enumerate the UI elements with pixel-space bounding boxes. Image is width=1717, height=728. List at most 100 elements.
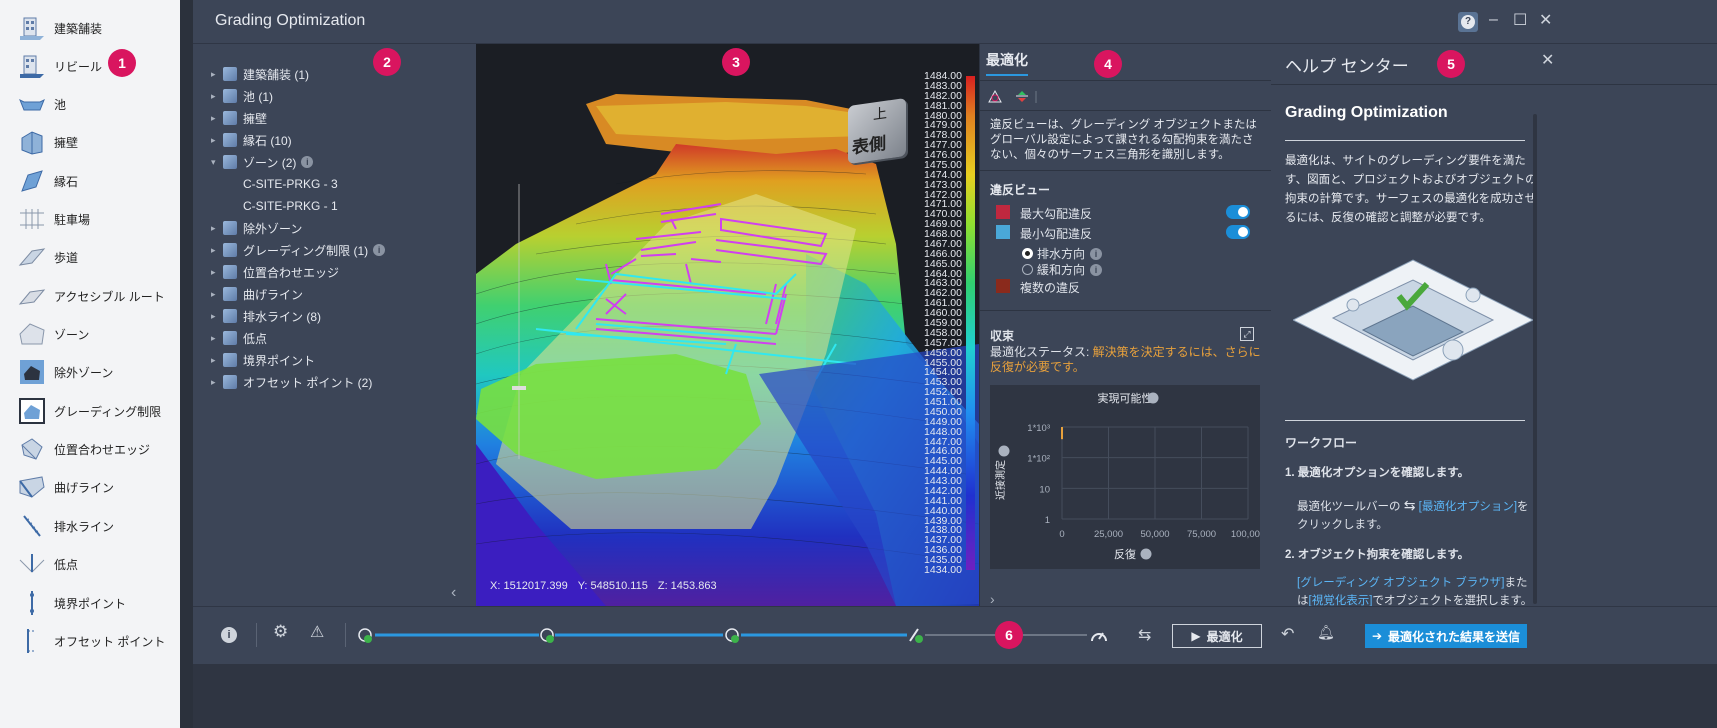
help-icon: ? <box>1461 15 1475 29</box>
violation-view-header: 違反ビュー <box>990 183 1051 197</box>
tree-item[interactable]: ▸ 排水ライン (8) <box>211 306 321 326</box>
expand-chart-icon[interactable]: ⤢ <box>1240 327 1254 341</box>
help-close-icon[interactable]: ✕ <box>1541 50 1554 70</box>
tree-item[interactable]: ▸ 境界ポイント <box>211 350 315 370</box>
help-title: Grading Optimization <box>1285 104 1448 121</box>
stage-2-icon[interactable] <box>540 628 554 643</box>
chevron-right-icon[interactable]: ▸ <box>211 91 223 102</box>
palette-item-grading-limit[interactable]: グレーディング制限 <box>18 394 161 428</box>
palette-item-drainage-line[interactable]: 排水ライン <box>18 509 114 543</box>
tree-item[interactable]: ▸ 縁石 (10) <box>211 130 292 150</box>
3d-viewport[interactable]: 上 表側 1484.00 1483.00 1482.00 1481.00 1480.00… <box>476 44 979 606</box>
close-icon[interactable]: ✕ <box>1539 10 1552 30</box>
send-results-label: 最適化された結果を送信 <box>1388 629 1521 644</box>
chevron-down-icon[interactable]: ▾ <box>211 157 223 168</box>
drain-direction-radio[interactable]: 排水方向 i <box>1022 245 1103 262</box>
notification-bell-icon[interactable]: 🔔︎ <box>1317 624 1335 641</box>
palette-label: 駐車場 <box>54 212 91 227</box>
tree-item[interactable]: ▸ 擁壁 <box>211 108 267 128</box>
relax-direction-radio[interactable]: 緩和方向 i <box>1022 261 1103 278</box>
tree-item[interactable]: ▸ 池 (1) <box>211 86 273 106</box>
slope-arrows-icon[interactable] <box>1016 91 1037 103</box>
collapse-right-icon[interactable]: › <box>990 591 995 607</box>
palette-item-zone[interactable]: ゾーン <box>18 317 89 351</box>
stage-1-icon[interactable] <box>358 628 372 643</box>
palette-item-parking[interactable]: 駐車場 <box>18 202 90 236</box>
tree-item[interactable]: ▸ 建築舗装 (1) <box>211 64 309 84</box>
palette-item-alignment-edge[interactable]: 位置合わせエッジ <box>18 432 150 466</box>
palette-item-sidewalk[interactable]: 歩道 <box>18 240 78 274</box>
info-icon[interactable]: i <box>373 244 386 256</box>
radio-selected-icon <box>1022 248 1033 259</box>
send-results-button[interactable]: ➔ 最適化された結果を送信 <box>1365 624 1527 648</box>
palette-item-retaining-wall[interactable]: 擁壁 <box>18 125 78 159</box>
tree-item[interactable]: ▸ 位置合わせエッジ <box>211 262 339 282</box>
tree-item[interactable]: ▾ ゾーン (2) i <box>211 152 314 172</box>
info-icon[interactable]: i <box>221 627 237 643</box>
tree-item[interactable]: ▸ 曲げライン <box>211 284 303 304</box>
optimization-options-icon[interactable]: ⇆ <box>1138 625 1151 645</box>
exclusion-zone-icon <box>20 360 44 384</box>
info-icon[interactable]: i <box>301 156 314 168</box>
tree-item[interactable]: ▸ 除外ゾーン <box>211 218 302 238</box>
tree-item[interactable]: ▸ 低点 <box>211 328 267 348</box>
violation-view-icon[interactable] <box>988 89 1002 103</box>
feasibility-chart: 実現可能性 1 10 1*10² 1*10³ 0 25,000 50,000 75,000 100… <box>990 385 1265 569</box>
palette-label: 境界ポイント <box>54 596 127 611</box>
tab-optimization[interactable]: 最適化 <box>986 50 1028 76</box>
palette-label: 歩道 <box>54 250 79 265</box>
chevron-right-icon[interactable]: ▸ <box>211 113 223 124</box>
stage-3-icon[interactable] <box>725 628 739 643</box>
chevron-right-icon[interactable]: ▸ <box>211 135 223 146</box>
palette-item-offset-point[interactable]: オフセット ポイント <box>18 624 165 658</box>
palette-label: アクセシブル ルート <box>54 289 165 304</box>
info-icon[interactable]: i <box>1090 263 1103 276</box>
collapse-left-icon[interactable]: ‹ <box>451 584 456 602</box>
violation-settings-icon[interactable]: ⚠ <box>310 622 324 642</box>
help-button[interactable]: ? <box>1458 12 1478 32</box>
optimize-button[interactable]: ▶ 最適化 <box>1172 624 1262 648</box>
chevron-right-icon[interactable]: ▸ <box>211 69 223 80</box>
palette-item-accessible-route[interactable]: アクセシブル ルート <box>18 279 165 313</box>
retaining-wall-icon <box>223 111 237 125</box>
undo-icon[interactable]: ↶ <box>1281 624 1294 644</box>
palette-item-exclusion-zone[interactable]: 除外ゾーン <box>18 355 113 389</box>
chevron-right-icon[interactable]: ▸ <box>211 355 223 366</box>
palette-item-boundary-point[interactable]: 境界ポイント <box>18 586 126 620</box>
chevron-right-icon[interactable]: ▸ <box>211 223 223 234</box>
chevron-right-icon[interactable]: ▸ <box>211 311 223 322</box>
palette-item-building-pad[interactable]: 建築舗装 <box>18 11 102 45</box>
tree-item[interactable]: ▸ グレーディング制限 (1) i <box>211 240 386 260</box>
optimize-label: 最適化 <box>1206 629 1243 644</box>
stage-4-icon[interactable] <box>909 628 923 643</box>
chevron-right-icon[interactable]: ▸ <box>211 289 223 300</box>
palette-item-curb[interactable]: 縁石 <box>18 164 78 198</box>
info-icon[interactable]: i <box>1090 247 1103 260</box>
maximize-icon[interactable]: ☐ <box>1513 10 1527 30</box>
bend-line-icon <box>19 476 45 498</box>
palette-label: 曲げライン <box>54 480 115 495</box>
viewcube-top-label: 上 <box>873 104 887 123</box>
help-scrollbar[interactable] <box>1533 114 1537 604</box>
grading-object-browser-link[interactable]: [グレーディング オブジェクト ブラウザ] <box>1297 577 1504 589</box>
view-cube[interactable]: 上 表側 <box>848 97 906 165</box>
palette-item-pond[interactable]: 池 <box>18 87 66 121</box>
minimize-icon[interactable]: – <box>1489 11 1498 29</box>
palette-item-reveal[interactable]: リビール <box>18 49 102 83</box>
chevron-right-icon[interactable]: ▸ <box>211 333 223 344</box>
x-tick-label: 100,000 <box>1231 529 1260 540</box>
max-slope-toggle[interactable] <box>1226 205 1250 219</box>
chevron-right-icon[interactable]: ▸ <box>211 267 223 278</box>
tree-child-item[interactable]: C-SITE-PRKG - 1 <box>243 196 338 216</box>
chevron-right-icon[interactable]: ▸ <box>211 245 223 256</box>
min-slope-toggle[interactable] <box>1226 225 1250 239</box>
stage-5-icon[interactable] <box>1091 632 1107 642</box>
settings-gear-icon[interactable]: ⚙ <box>273 622 288 642</box>
tree-item[interactable]: ▸ オフセット ポイント (2) <box>211 372 372 392</box>
optimization-options-link[interactable]: [最適化オプション] <box>1419 501 1517 513</box>
info-icon <box>1140 548 1152 560</box>
tree-child-item[interactable]: C-SITE-PRKG - 3 <box>243 174 338 194</box>
palette-item-bend-line[interactable]: 曲げライン <box>18 470 114 504</box>
palette-item-low-point[interactable]: 低点 <box>18 547 78 581</box>
chevron-right-icon[interactable]: ▸ <box>211 377 223 388</box>
